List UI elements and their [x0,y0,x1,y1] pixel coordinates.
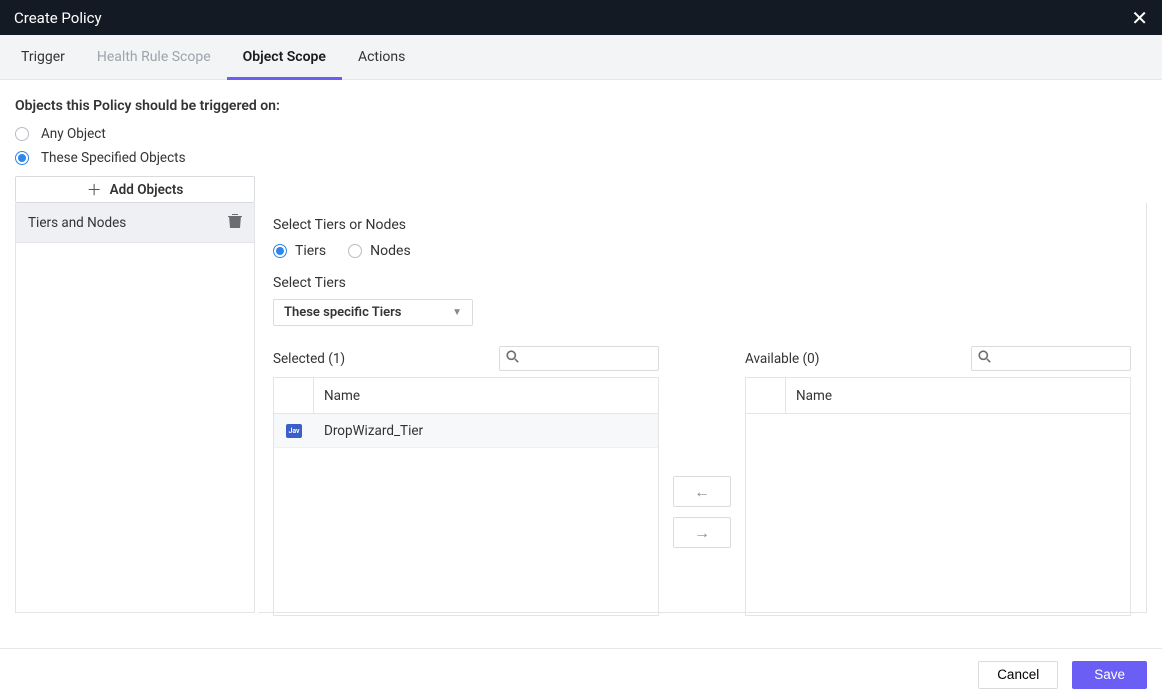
select-tiers-or-nodes-label: Select Tiers or Nodes [273,217,1131,233]
add-objects-button[interactable]: ＋ Add Objects [15,176,255,203]
available-name-col-header: Name [786,388,1130,404]
dual-listbox: Selected (1) Name [273,346,1131,616]
object-type-label: Tiers and Nodes [28,215,126,231]
save-button[interactable]: Save [1072,661,1147,689]
available-checkbox-col [746,378,786,413]
cancel-button[interactable]: Cancel [978,661,1058,689]
tab-bar: Trigger Health Rule Scope Object Scope A… [0,35,1162,80]
available-search[interactable] [971,346,1131,371]
available-count-label: Available (0) [745,351,819,367]
available-list-header: Available (0) [745,346,1131,371]
selected-count-label: Selected (1) [273,351,345,367]
content-area: Objects this Policy should be triggered … [0,80,1162,613]
available-grid: Name [745,377,1131,616]
plus-icon: ＋ [87,179,102,200]
chevron-down-icon: ▼ [452,307,462,318]
section-heading: Objects this Policy should be triggered … [15,98,1147,114]
radio-nodes[interactable] [348,244,362,258]
radio-tiers-label: Tiers [295,243,326,259]
select-tiers-label: Select Tiers [273,275,1131,291]
radio-any-object[interactable] [15,127,29,141]
config-layout: Tiers and Nodes Select Tiers or Nodes Ti… [15,203,1147,613]
radio-nodes-label: Nodes [370,243,411,259]
dialog-footer: Cancel Save [0,648,1162,700]
tab-object-scope[interactable]: Object Scope [227,35,342,79]
available-grid-head: Name [746,378,1130,414]
search-icon [506,350,519,367]
radio-specified-objects[interactable] [15,151,29,165]
tiers-scope-dropdown[interactable]: These specific Tiers ▼ [273,299,473,326]
transfer-buttons: ← → [659,476,745,548]
move-left-button[interactable]: ← [673,476,731,507]
tiers-nodes-config-panel: Select Tiers or Nodes Tiers Nodes Select… [258,203,1147,613]
close-icon[interactable]: ✕ [1131,6,1148,30]
radio-any-object-label: Any Object [41,126,106,142]
selected-grid-head: Name [274,378,658,414]
selected-name-col-header: Name [314,388,658,404]
dropdown-value: These specific Tiers [284,305,401,320]
selected-list-block: Selected (1) Name [273,346,659,616]
radio-nodes-row[interactable]: Nodes [348,243,411,259]
radio-specified-objects-label: These Specified Objects [41,150,186,166]
dialog-header: Create Policy ✕ [0,0,1162,35]
object-types-panel: Tiers and Nodes [15,203,255,613]
selected-list-header: Selected (1) [273,346,659,371]
tab-health-rule-scope[interactable]: Health Rule Scope [81,35,227,79]
row-icon-cell: Jav [274,414,314,447]
row-name: DropWizard_Tier [314,423,423,439]
available-search-input[interactable] [995,351,1130,366]
arrow-right-icon: → [694,523,710,543]
selected-grid: Name Jav DropWizard_Tier [273,377,659,616]
tab-trigger[interactable]: Trigger [5,35,81,79]
selected-checkbox-col [274,378,314,413]
trash-icon[interactable] [228,213,242,233]
radio-tiers-row[interactable]: Tiers [273,243,326,259]
selected-search[interactable] [499,346,659,371]
search-icon [978,350,991,367]
arrow-left-icon: ← [694,482,710,502]
add-objects-label: Add Objects [110,182,184,198]
radio-any-object-row[interactable]: Any Object [15,126,1147,142]
available-list-block: Available (0) Name [745,346,1131,616]
move-right-button[interactable]: → [673,517,731,548]
radio-specified-objects-row[interactable]: These Specified Objects [15,150,1147,166]
java-icon: Jav [286,424,302,438]
tiers-nodes-radio-group: Tiers Nodes [273,243,1131,259]
dialog-title: Create Policy [14,9,102,27]
radio-tiers[interactable] [273,244,287,258]
tab-actions[interactable]: Actions [342,35,421,79]
selected-search-input[interactable] [523,351,658,366]
object-type-tiers-nodes[interactable]: Tiers and Nodes [16,203,254,243]
table-row[interactable]: Jav DropWizard_Tier [274,414,658,448]
